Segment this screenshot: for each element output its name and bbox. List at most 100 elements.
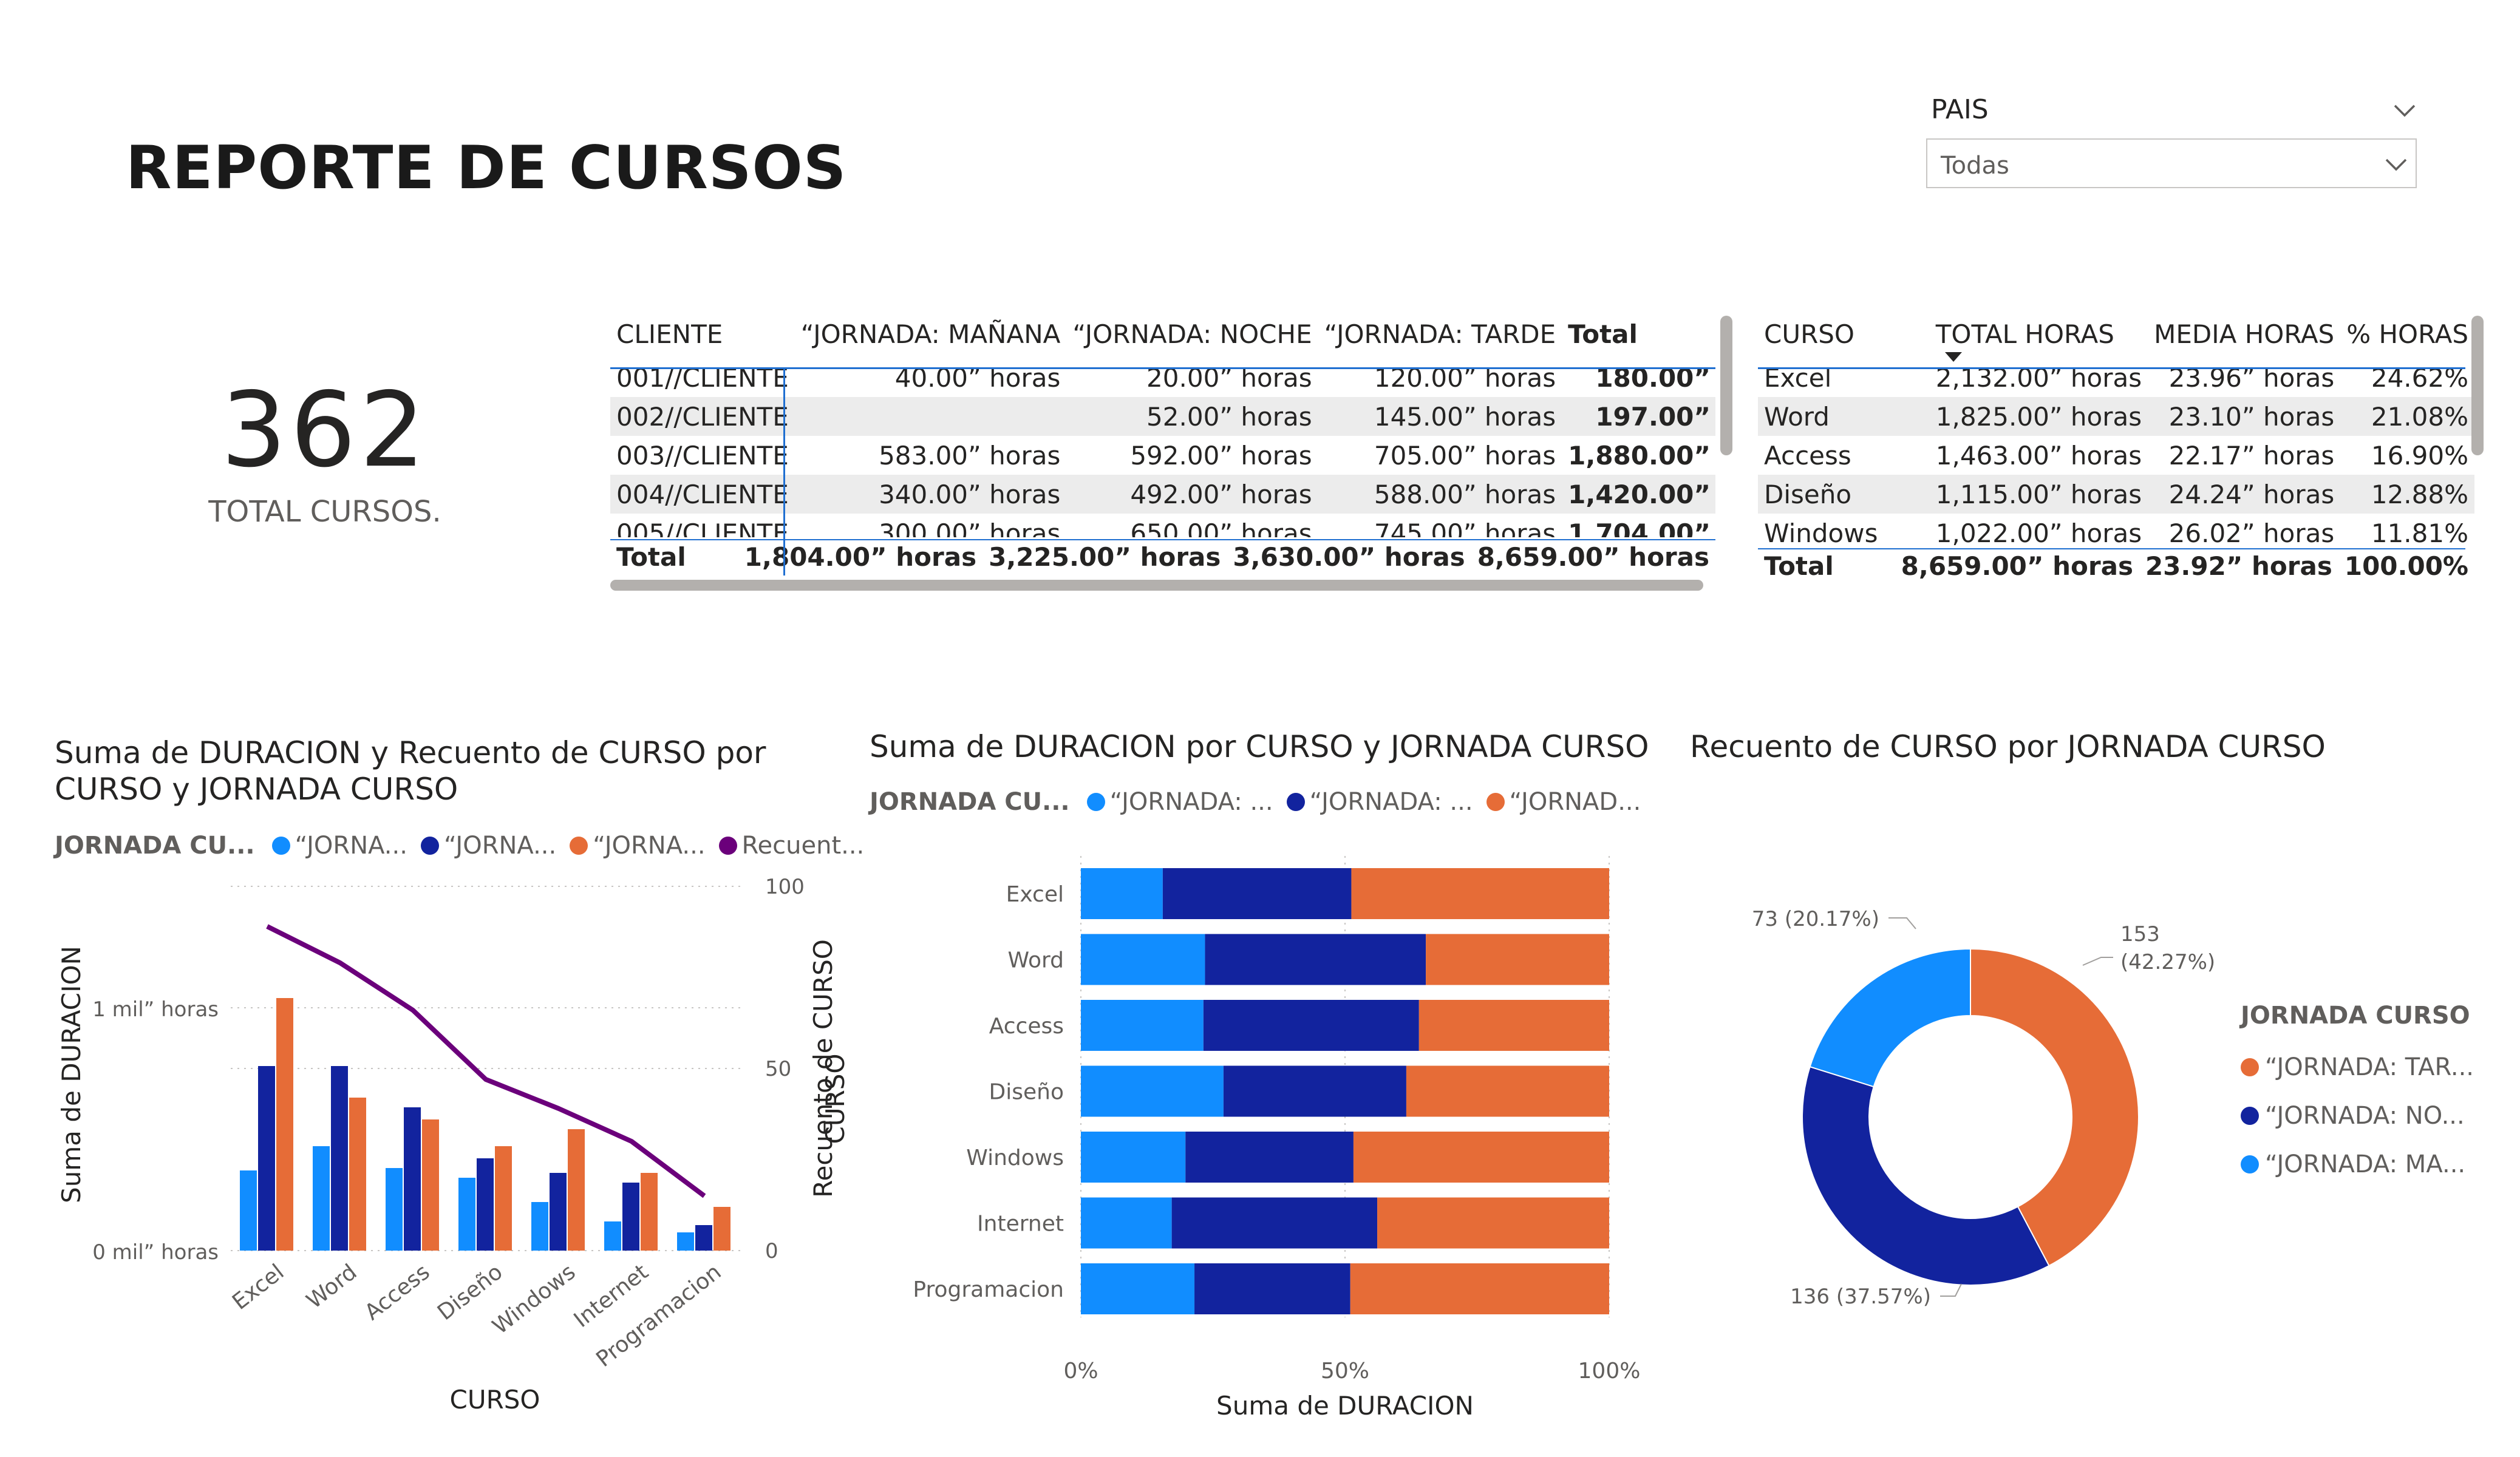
kpi-value: 362: [220, 370, 429, 491]
donut-slice: [1809, 948, 1971, 1088]
chevron-down-icon[interactable]: [2384, 152, 2408, 177]
table-cell: 24.24” horas: [2148, 475, 2341, 514]
legend-item[interactable]: “JORNA...: [271, 832, 407, 860]
bar-segment: [1351, 868, 1609, 919]
col-header[interactable]: “JORNADA: NOCHE: [1066, 310, 1318, 358]
y2-tick-label: 100: [765, 875, 805, 899]
bar-segment: [1194, 1263, 1350, 1314]
total-cell: 3,225.00” horas: [989, 542, 1221, 572]
bar: [386, 1168, 403, 1251]
divider: [610, 539, 1715, 540]
bar-segment: [1205, 934, 1426, 985]
table-cell: 20.00” horas: [1146, 362, 1312, 393]
legend-dot: [1286, 793, 1305, 811]
legend-item[interactable]: “JORNADA: ...: [1086, 788, 1273, 816]
vertical-scrollbar[interactable]: [1720, 316, 1732, 455]
legend-item[interactable]: “JORNAD...: [1486, 788, 1641, 816]
donut-slice: [1802, 1065, 2050, 1286]
x-tick-label: 50%: [1321, 1359, 1369, 1384]
bar: [422, 1119, 439, 1251]
table-row[interactable]: 001//CLIENTE 40.00” horas 20.00” horas 120.…: [610, 358, 1715, 397]
table-row[interactable]: Access 1,463.00” horas 22.17” horas 16.90%: [1758, 436, 2474, 475]
bar-segment: [1377, 1197, 1609, 1249]
bar-segment: [1353, 1132, 1609, 1183]
col-header[interactable]: % HORAS: [2340, 310, 2474, 358]
client-total-row: Total 1,804.00” horas 3,225.00” horas 3,…: [610, 537, 1715, 577]
legend-title: JORNADA CU...: [870, 788, 1070, 816]
legend-item[interactable]: “JORNADA: NO...: [2241, 1092, 2484, 1140]
legend-item[interactable]: “JORNADA: ...: [1286, 788, 1473, 816]
legend-item[interactable]: “JORNA...: [420, 832, 556, 860]
bar-segment: [1081, 1263, 1195, 1314]
legend-dot: [570, 837, 588, 855]
legend-dot: [718, 837, 737, 855]
table-row[interactable]: 003//CLIENTE 583.00” horas 592.00” horas 70…: [610, 436, 1715, 475]
col-header[interactable]: “JORNADA: TARDE: [1318, 310, 1562, 358]
divider: [1758, 367, 2465, 369]
divider: [783, 369, 785, 576]
legend-label: “JORNADA: MA...: [2265, 1150, 2466, 1178]
table-cell: 145.00” horas: [1318, 397, 1562, 436]
table-row[interactable]: Excel 2,132.00” horas 23.96” horas 24.62%: [1758, 358, 2474, 397]
table-cell: 12.88%: [2340, 475, 2474, 514]
table-cell: 22.17” horas: [2168, 440, 2335, 470]
donut-chart[interactable]: 153 (42.27%) 73 (20.17%) 136 (37.57%): [1688, 850, 2235, 1336]
bar-segment: [1081, 1197, 1172, 1249]
combo-chart[interactable]: 0 mil” horas 1 mil” horas 0 50 100 Excel WordA…: [49, 874, 838, 1421]
table-cell: 1,880.00” horas: [1568, 440, 1715, 470]
bar-segment: [1223, 1065, 1406, 1117]
legend-item[interactable]: “JORNA...: [570, 832, 706, 860]
chart-legend: JORNADA CU... “JORNADA: ... “JORNADA: ..…: [870, 788, 1654, 816]
bar: [258, 1066, 275, 1251]
legend-label: “JORNADA: TAR...: [2265, 1053, 2474, 1081]
table-row[interactable]: Diseño 1,115.00” horas 24.24” horas 12.88%: [1758, 475, 2474, 514]
bar-segment: [1081, 1132, 1186, 1183]
bar: [240, 1170, 257, 1251]
page-title: REPORTE DE CURSOS: [126, 134, 847, 203]
sort-desc-icon[interactable]: [1945, 352, 1962, 362]
leader-line: [2082, 957, 2113, 966]
table-cell: 197.00” horas: [1562, 397, 1715, 436]
data-label: 73 (20.17%): [1752, 907, 1879, 931]
y-tick-label: Programacion: [913, 1277, 1064, 1302]
stacked-bar-chart[interactable]: 0% 50% 100% Excel Word Access Diseño Windows Int…: [808, 832, 1658, 1427]
y-tick-label: Diseño: [989, 1080, 1064, 1105]
donut-legend: JORNADA CURSO “JORNADA: TAR... “JORNADA:…: [2241, 1002, 2484, 1189]
vertical-scrollbar[interactable]: [2471, 316, 2484, 455]
legend-dot: [2241, 1058, 2259, 1076]
legend-title: JORNADA CU...: [55, 832, 255, 860]
bar-segment: [1406, 1065, 1609, 1117]
chevron-down-icon[interactable]: [2391, 97, 2418, 124]
bar: [331, 1066, 348, 1251]
pais-dropdown-value: Todas: [1941, 152, 2009, 180]
table-cell: 004//CLIENTE: [610, 475, 795, 514]
table-row[interactable]: Word 1,825.00” horas 23.10” horas 21.08%: [1758, 397, 2474, 436]
bar-segment: [1162, 868, 1352, 919]
total-cell: Total: [616, 542, 686, 572]
col-header[interactable]: TOTAL HORAS: [1930, 310, 2148, 358]
table-cell: 001//CLIENTE: [616, 362, 789, 393]
bar-segment: [1350, 1263, 1609, 1314]
legend-item[interactable]: “JORNADA: MA...: [2241, 1140, 2484, 1189]
total-cell: Total: [1764, 551, 1834, 581]
col-header[interactable]: CURSO: [1758, 310, 1930, 358]
table-row[interactable]: 004//CLIENTE 340.00” horas 492.00” horas 58…: [610, 475, 1715, 514]
col-header[interactable]: Total: [1562, 310, 1715, 358]
client-matrix[interactable]: CLIENTE “JORNADA: MAÑANA “JORNADA: NOCHE…: [610, 310, 1715, 577]
table-cell: 1,420.00” horas: [1562, 475, 1715, 514]
col-header[interactable]: MEDIA HORAS: [2148, 310, 2340, 358]
total-cell: 8,659.00” horas: [1477, 542, 1709, 572]
table-row[interactable]: 002//CLIENTE 52.00” horas 145.00” horas 197…: [610, 397, 1715, 436]
table-cell: 1,825.00” horas: [1929, 397, 2148, 436]
legend-item[interactable]: “JORNADA: TAR...: [2241, 1043, 2484, 1092]
col-header[interactable]: CLIENTE: [610, 310, 795, 358]
data-label: 153: [2120, 922, 2160, 946]
legend-label: “JORNADA: ...: [1309, 788, 1473, 816]
legend-label: “JORNA...: [593, 832, 706, 860]
chart-title: Recuento de CURSO por JORNADA CURSO: [1690, 729, 2326, 764]
horizontal-scrollbar[interactable]: [610, 580, 1703, 591]
col-header[interactable]: “JORNADA: MAÑANA: [795, 310, 1067, 358]
bar: [276, 998, 293, 1251]
bar: [695, 1225, 712, 1251]
bar: [622, 1183, 639, 1251]
